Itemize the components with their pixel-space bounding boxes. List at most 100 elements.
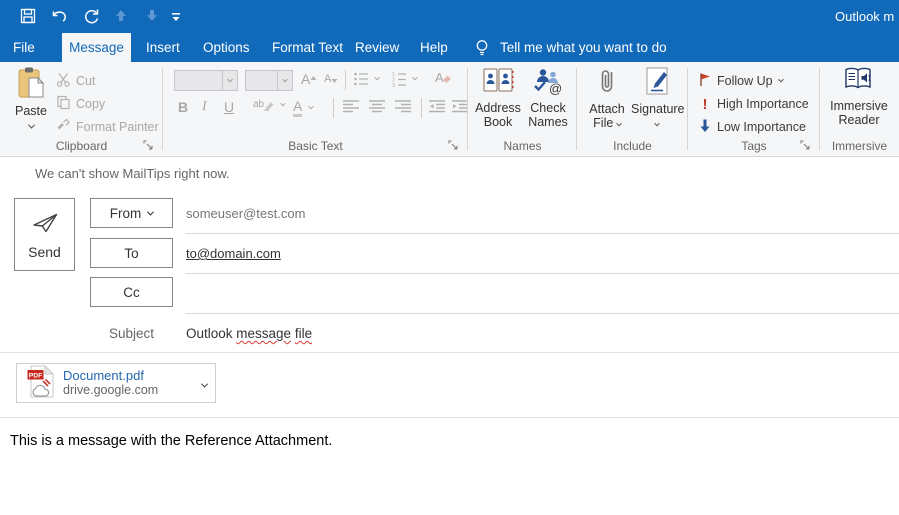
undo-icon[interactable]	[51, 8, 69, 26]
from-value[interactable]: someuser@test.com	[186, 206, 305, 221]
cut-button[interactable]: Cut	[56, 71, 95, 91]
align-right-button[interactable]	[395, 100, 412, 113]
copy-icon	[56, 95, 71, 113]
lightbulb-icon	[474, 39, 490, 62]
check-names-icon: @	[532, 85, 564, 99]
compose-area: We can't show MailTips right now. Send F…	[0, 157, 899, 515]
save-icon[interactable]	[20, 8, 38, 26]
chevron-down-icon	[412, 75, 418, 81]
send-button[interactable]: Send	[14, 198, 75, 271]
tell-me-box[interactable]: Tell me what you want to do	[500, 33, 667, 62]
move-up-icon[interactable]	[114, 8, 132, 26]
tags-dialog-launcher-icon[interactable]	[800, 140, 812, 152]
signature-button[interactable]: Signature	[631, 66, 683, 130]
basic-text-dialog-launcher-icon[interactable]	[448, 140, 460, 152]
chevron-down-icon	[309, 103, 315, 109]
flag-icon	[698, 72, 712, 90]
decrease-indent-button[interactable]	[429, 100, 446, 113]
send-label: Send	[28, 244, 61, 260]
svg-text:PDF: PDF	[29, 372, 43, 379]
chevron-down-icon	[282, 76, 288, 82]
address-book-label: Address Book	[474, 101, 522, 129]
names-group-label: Names	[468, 139, 577, 153]
bold-button[interactable]: B	[178, 99, 188, 115]
align-left-button[interactable]	[343, 100, 360, 113]
from-label: From	[110, 206, 142, 221]
follow-up-button[interactable]: Follow Up	[698, 71, 783, 91]
address-book-button[interactable]: Address Book	[474, 66, 522, 129]
chevron-down-icon	[616, 121, 622, 127]
to-button[interactable]: To	[90, 238, 173, 268]
text-highlight-button[interactable]: ab	[253, 98, 285, 111]
subject-label: Subject	[90, 326, 173, 341]
bullets-button[interactable]	[353, 71, 379, 87]
low-importance-button[interactable]: Low Importance	[698, 117, 806, 137]
attachment-card[interactable]: PDF Document.pdf drive.google.com	[16, 363, 216, 403]
redo-icon[interactable]	[83, 8, 101, 26]
to-value[interactable]: to@domain.com	[186, 246, 281, 261]
format-painter-button[interactable]: Format Painter	[56, 117, 159, 137]
check-names-label: Check Names	[524, 101, 572, 129]
cc-label: Cc	[123, 285, 140, 300]
high-importance-label: High Importance	[717, 97, 809, 111]
send-plane-icon	[30, 210, 60, 238]
basic-text-group-label: Basic Text	[163, 139, 468, 153]
clipboard-group-label: Clipboard	[0, 139, 163, 153]
ribbon: Paste Cut Copy Format Painter Clipboard	[0, 62, 899, 157]
underline-button[interactable]: U	[224, 99, 234, 115]
ribbon-group-immersive: Immersive Reader Immersive	[820, 62, 899, 156]
ribbon-group-names: Address Book @ Check Names Names	[468, 62, 577, 156]
low-importance-label: Low Importance	[717, 120, 806, 134]
svg-text:@: @	[549, 81, 562, 96]
tab-file[interactable]: File	[13, 33, 35, 62]
mailtips-text: We can't show MailTips right now.	[35, 166, 230, 181]
tab-review[interactable]: Review	[355, 33, 399, 62]
copy-label: Copy	[76, 97, 105, 111]
font-size-combo[interactable]	[245, 70, 293, 91]
svg-text:3: 3	[392, 83, 395, 87]
numbering-button[interactable]: 123	[391, 71, 417, 87]
tab-help[interactable]: Help	[420, 33, 448, 62]
to-label: To	[124, 246, 138, 261]
clear-formatting-button[interactable]: A	[435, 70, 452, 85]
from-button[interactable]: From	[90, 198, 173, 228]
pdf-cloud-attachment-icon: PDF	[27, 365, 54, 401]
attachment-options-chevron-icon[interactable]	[202, 376, 207, 391]
check-names-button[interactable]: @ Check Names	[524, 66, 572, 129]
window-title: Outlook m	[835, 0, 894, 33]
grow-font-button[interactable]: A	[301, 71, 317, 87]
ribbon-group-include: Attach File Signature Include	[577, 62, 688, 156]
ribbon-group-clipboard: Paste Cut Copy Format Painter Clipboard	[0, 62, 163, 156]
cc-button[interactable]: Cc	[90, 277, 173, 307]
attachment-source: drive.google.com	[63, 383, 158, 398]
copy-button[interactable]: Copy	[56, 94, 105, 114]
cut-label: Cut	[76, 74, 95, 88]
tab-format-text[interactable]: Format Text	[272, 33, 343, 62]
paste-label: Paste	[8, 104, 54, 118]
chevron-down-icon	[27, 122, 34, 129]
ribbon-group-basic-text: A A 123 A B I U ab A Basic Text	[163, 62, 468, 156]
immersive-group-label: Immersive	[820, 139, 899, 153]
font-name-combo[interactable]	[174, 70, 238, 91]
tab-insert[interactable]: Insert	[146, 33, 180, 62]
customize-qat-icon[interactable]	[170, 11, 188, 29]
align-center-button[interactable]	[369, 100, 386, 113]
font-color-button[interactable]: A	[293, 98, 313, 117]
message-body[interactable]: This is a message with the Reference Att…	[10, 433, 332, 449]
title-bar: Outlook m	[0, 0, 899, 33]
immersive-reader-button[interactable]: Immersive Reader	[826, 66, 892, 127]
format-painter-label: Format Painter	[76, 120, 159, 134]
chevron-down-icon	[280, 100, 286, 106]
tab-message[interactable]: Message	[62, 33, 131, 62]
subject-value[interactable]: Outlook message file	[186, 326, 312, 341]
shrink-font-button[interactable]: A	[324, 73, 338, 85]
clipboard-dialog-launcher-icon[interactable]	[143, 140, 155, 152]
address-book-icon	[482, 85, 514, 99]
attach-file-button[interactable]: Attach File	[585, 66, 629, 130]
tab-options[interactable]: Options	[203, 33, 250, 62]
move-down-icon[interactable]	[145, 8, 163, 26]
paste-button[interactable]: Paste	[8, 66, 54, 140]
immersive-reader-label: Immersive Reader	[826, 99, 892, 127]
italic-button[interactable]: I	[202, 99, 207, 115]
high-importance-button[interactable]: ! High Importance	[698, 94, 809, 114]
